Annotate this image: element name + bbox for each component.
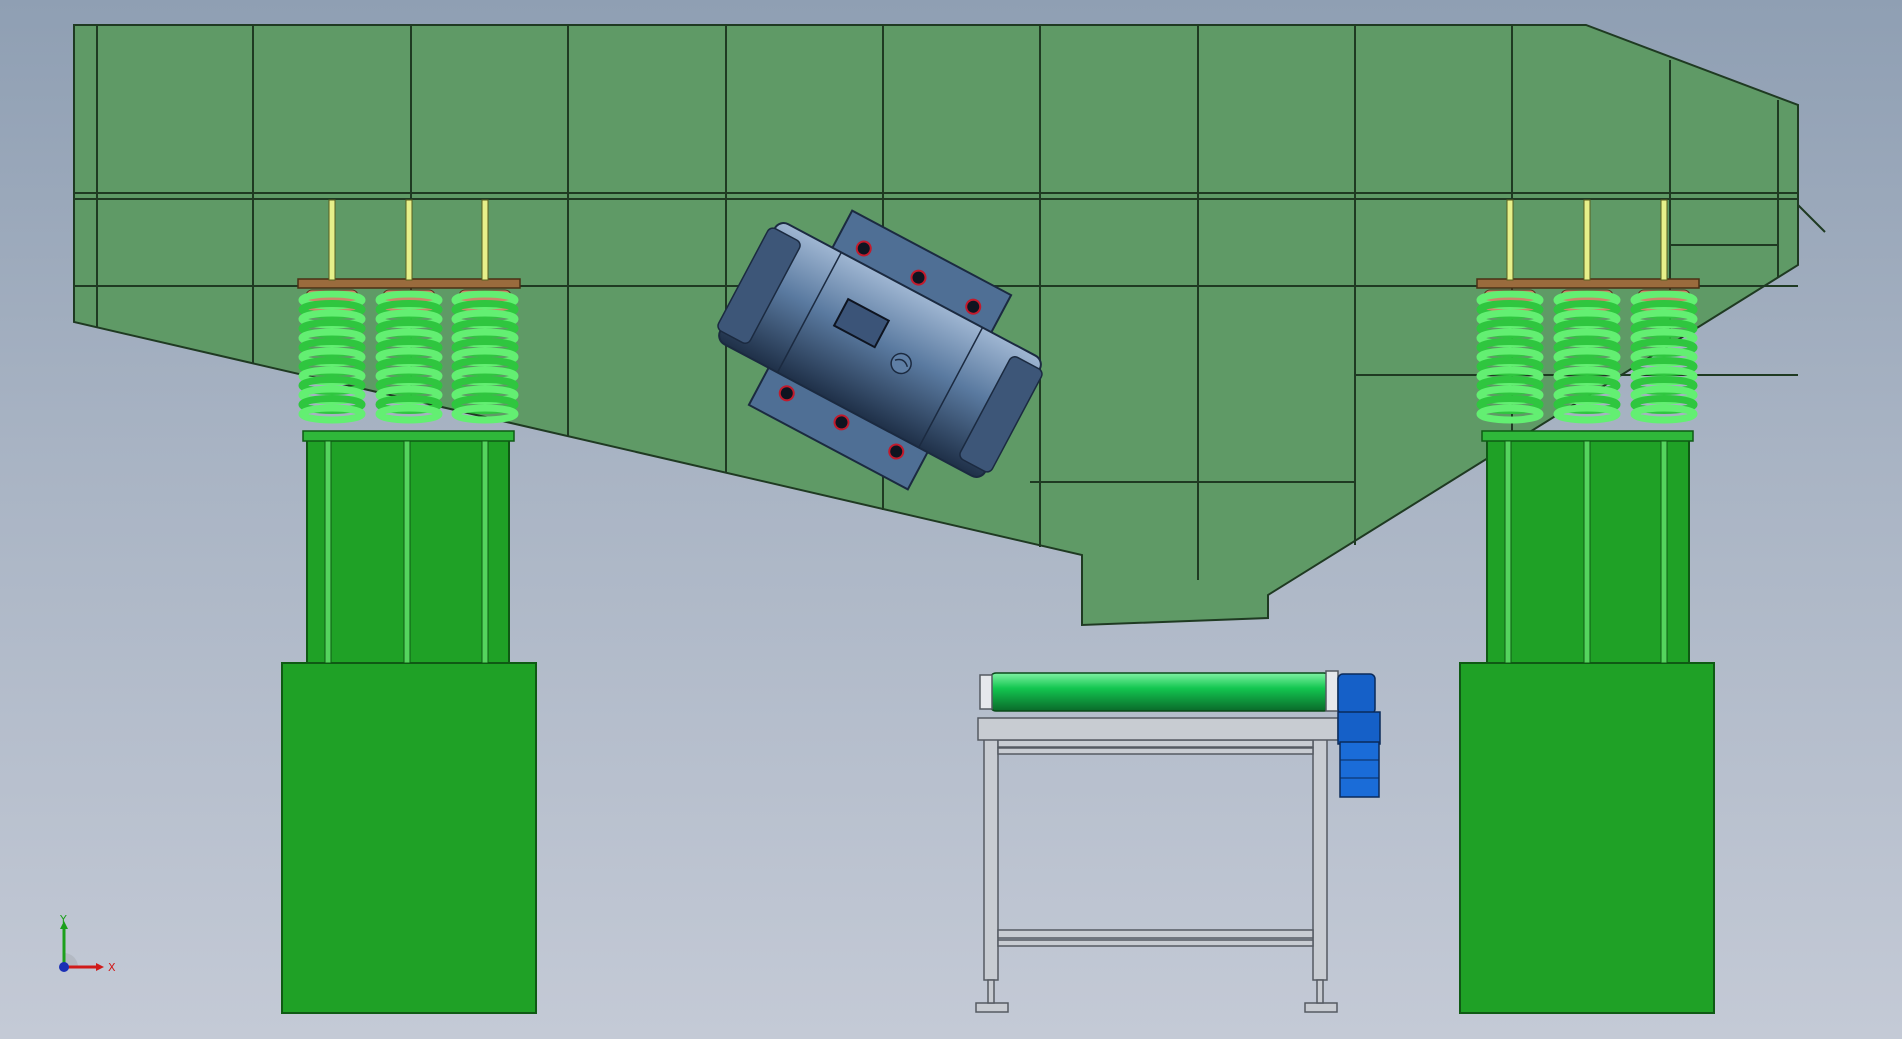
- left-support[interactable]: [281, 199, 537, 1014]
- axis-x-label: X: [108, 961, 116, 974]
- conveyor-frame: [975, 737, 1338, 1013]
- graphics-viewport[interactable]: Y X: [0, 0, 1902, 1039]
- coordinate-triad: Y X: [50, 913, 130, 975]
- coil-spring[interactable]: [451, 289, 519, 424]
- coil-spring[interactable]: [1553, 289, 1621, 424]
- coil-spring[interactable]: [298, 289, 366, 424]
- right-springs[interactable]: [1476, 289, 1698, 424]
- coil-spring[interactable]: [1476, 289, 1544, 424]
- gearmotor[interactable]: [1337, 673, 1381, 798]
- coil-spring[interactable]: [1630, 289, 1698, 424]
- right-support[interactable]: [1459, 199, 1715, 1014]
- left-base-block[interactable]: [281, 662, 537, 1014]
- coordinate-triad-icon: Y X: [59, 913, 116, 974]
- drive-roller[interactable]: [989, 672, 1331, 712]
- right-base-block[interactable]: [1459, 662, 1715, 1014]
- coil-spring[interactable]: [375, 289, 443, 424]
- roller-conveyor[interactable]: [975, 670, 1381, 1013]
- axis-y-label: Y: [59, 915, 67, 926]
- left-springs[interactable]: [298, 289, 519, 424]
- assembly-drawing[interactable]: [0, 0, 1902, 1039]
